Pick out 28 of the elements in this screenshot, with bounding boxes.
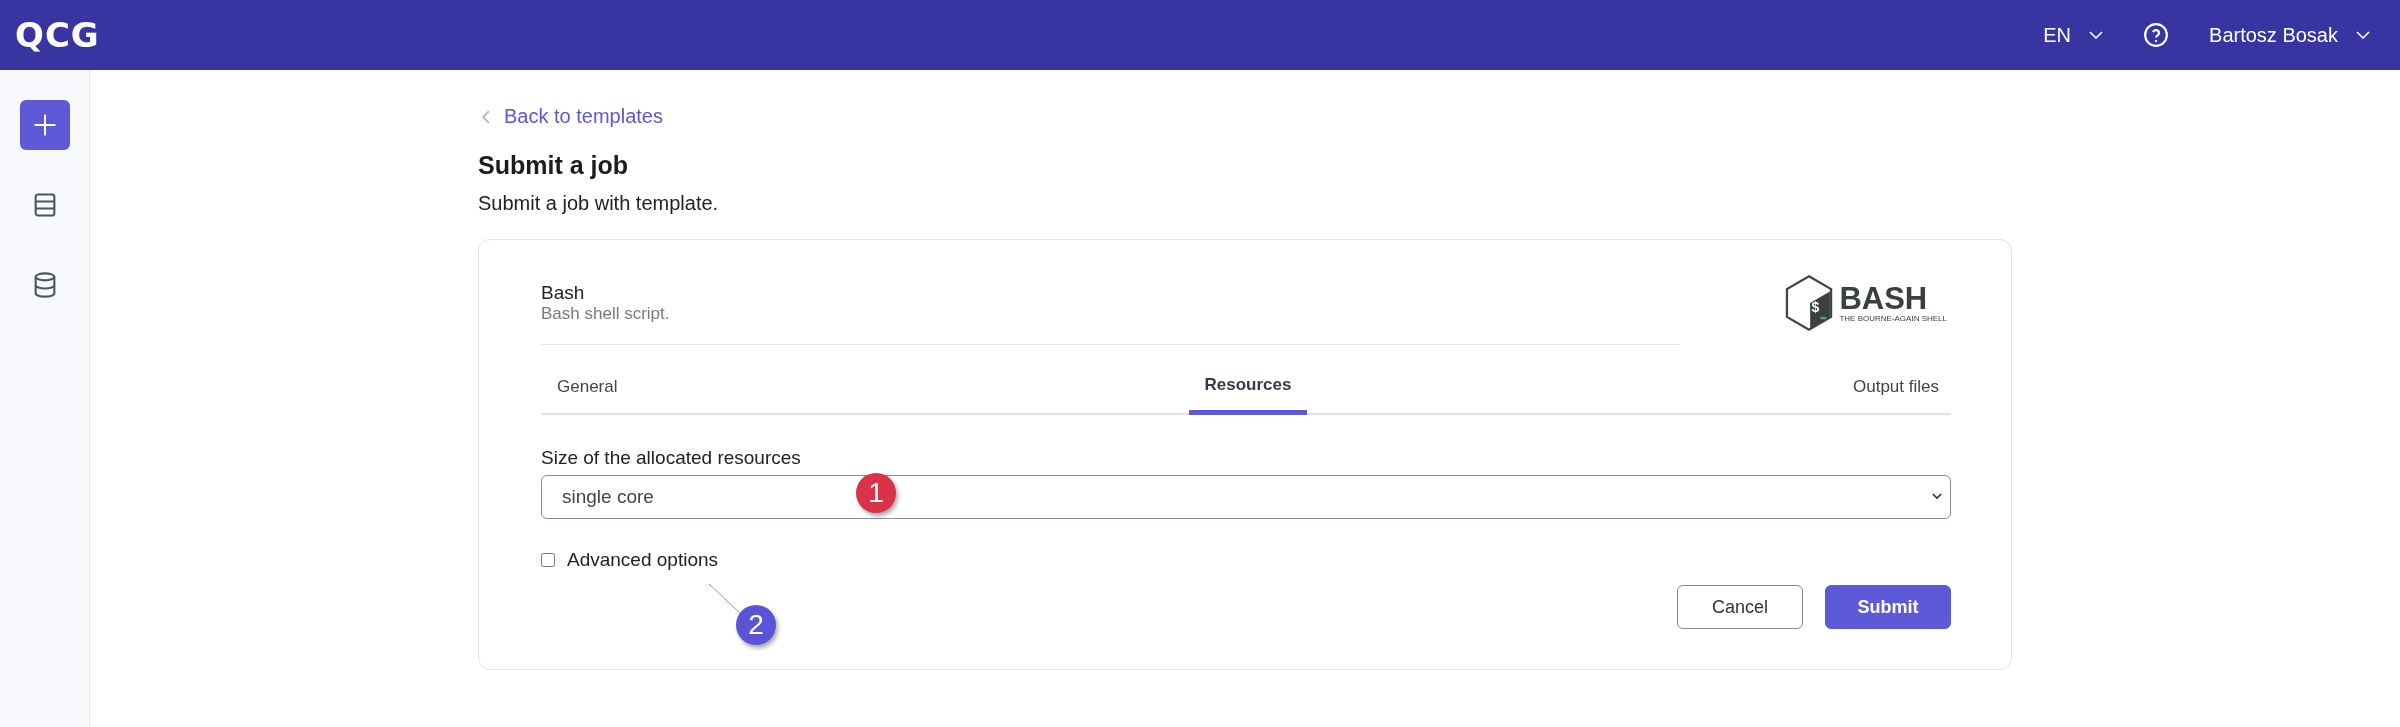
logo-title: BASH <box>1839 283 1929 314</box>
chevron-down-icon <box>2356 31 2370 39</box>
help-icon[interactable] <box>2143 22 2170 48</box>
chevron-down-icon <box>2089 31 2104 39</box>
app-logo[interactable]: QCG <box>15 15 100 55</box>
leader-line <box>707 582 743 616</box>
tab[interactable]: Output files <box>1307 357 1951 413</box>
callout-marker: 1 <box>856 473 896 513</box>
page-subtitle: Submit a job with template. <box>478 192 720 215</box>
tab[interactable]: Resources <box>1189 357 1307 415</box>
logo-tagline: THE BOURNE-AGAIN SHELL <box>1839 314 1947 323</box>
template-description: Bash shell script. <box>541 304 671 324</box>
back-link[interactable]: Back to templates <box>482 105 663 128</box>
template-name: Bash <box>541 282 586 304</box>
chevron-left-icon <box>482 109 490 124</box>
checkbox-label[interactable]: Advanced options <box>567 549 719 571</box>
callout-marker: 2 <box>736 605 776 645</box>
advanced-options-checkbox[interactable] <box>541 553 555 567</box>
language-dropdown[interactable]: EN <box>2043 23 2104 47</box>
chevron-down-icon <box>1932 493 1942 500</box>
add-button[interactable] <box>19 100 70 150</box>
cancel-button[interactable]: Cancel <box>1677 585 1803 629</box>
page-title: Submit a job <box>478 151 629 180</box>
logo-prompt: $ <box>1811 299 1820 315</box>
user-menu[interactable]: Bartosz Bosak <box>2209 23 2370 47</box>
submit-button[interactable]: Submit <box>1825 585 1951 629</box>
tab[interactable]: General <box>541 357 1189 413</box>
field-label: Size of the allocated resources <box>541 447 802 469</box>
